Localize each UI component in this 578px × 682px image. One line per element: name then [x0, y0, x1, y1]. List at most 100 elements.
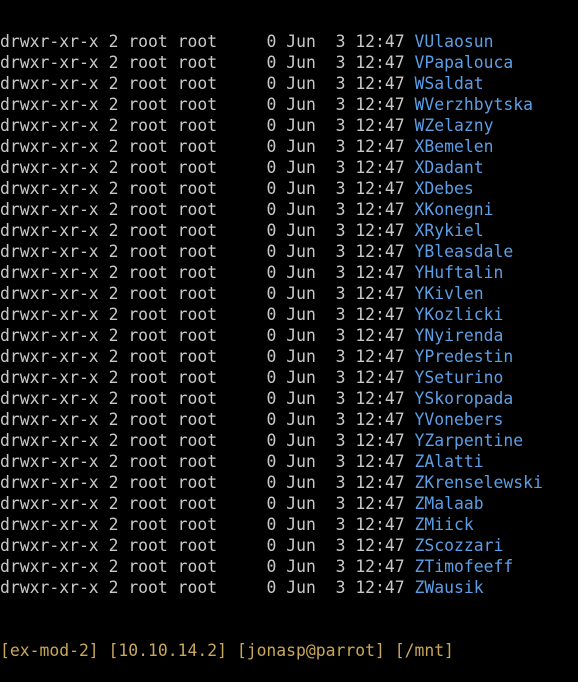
- size-field: 0: [227, 473, 287, 492]
- month-field: Jun: [286, 242, 326, 261]
- listing-row: drwxr-xr-x 2 root root 0 Jun 3 12:47 YKi…: [0, 283, 578, 304]
- group-field: root: [177, 137, 227, 156]
- link-count-field: 2: [108, 263, 129, 282]
- directory-name[interactable]: ZTimofeeff: [415, 557, 514, 576]
- link-count-field: 2: [108, 221, 129, 240]
- group-field: root: [177, 431, 227, 450]
- shell-prompt[interactable]: [ex-mod-2] [10.10.14.2] [jonasp@parrot] …: [0, 640, 578, 661]
- directory-name[interactable]: WSaldat: [415, 74, 484, 93]
- group-field: root: [177, 74, 227, 93]
- day-field: 3: [325, 284, 356, 303]
- directory-name[interactable]: WZelazny: [415, 116, 494, 135]
- group-field: root: [177, 494, 227, 513]
- directory-name[interactable]: VUlaosun: [415, 32, 494, 51]
- owner-field: root: [128, 410, 178, 429]
- size-field: 0: [227, 116, 287, 135]
- group-field: root: [177, 284, 227, 303]
- directory-name[interactable]: YSkoropada: [415, 389, 514, 408]
- directory-name[interactable]: YNyirenda: [415, 326, 504, 345]
- listing-row: drwxr-xr-x 2 root root 0 Jun 3 12:47 WZe…: [0, 115, 578, 136]
- listing-row: drwxr-xr-x 2 root root 0 Jun 3 12:47 ZSc…: [0, 535, 578, 556]
- link-count-field: 2: [108, 536, 129, 555]
- listing-row: drwxr-xr-x 2 root root 0 Jun 3 12:47 ZWa…: [0, 577, 578, 598]
- listing-row: drwxr-xr-x 2 root root 0 Jun 3 12:47 WSa…: [0, 73, 578, 94]
- time-field: 12:47: [355, 32, 415, 51]
- directory-name[interactable]: ZAlatti: [415, 452, 484, 471]
- directory-name[interactable]: YPredestin: [415, 347, 514, 366]
- owner-field: root: [128, 431, 178, 450]
- owner-field: root: [128, 452, 178, 471]
- month-field: Jun: [286, 452, 326, 471]
- owner-field: root: [128, 53, 178, 72]
- listing-row: drwxr-xr-x 2 root root 0 Jun 3 12:47 YKo…: [0, 304, 578, 325]
- link-count-field: 2: [108, 431, 129, 450]
- size-field: 0: [227, 158, 287, 177]
- directory-name[interactable]: XKonegni: [415, 200, 494, 219]
- size-field: 0: [227, 536, 287, 555]
- link-count-field: 2: [108, 137, 129, 156]
- day-field: 3: [325, 74, 356, 93]
- directory-name[interactable]: YBleasdale: [415, 242, 514, 261]
- listing-row: drwxr-xr-x 2 root root 0 Jun 3 12:47 YHu…: [0, 262, 578, 283]
- time-field: 12:47: [355, 326, 415, 345]
- directory-name[interactable]: XBemelen: [415, 137, 494, 156]
- permissions-field: drwxr-xr-x: [0, 347, 109, 366]
- link-count-field: 2: [108, 305, 129, 324]
- owner-field: root: [128, 305, 178, 324]
- directory-name[interactable]: YSeturino: [415, 368, 504, 387]
- day-field: 3: [325, 242, 356, 261]
- directory-name[interactable]: YVonebers: [415, 410, 504, 429]
- permissions-field: drwxr-xr-x: [0, 284, 109, 303]
- directory-name[interactable]: YKozlicki: [415, 305, 504, 324]
- listing-row: drwxr-xr-x 2 root root 0 Jun 3 12:47 VUl…: [0, 31, 578, 52]
- owner-field: root: [128, 221, 178, 240]
- directory-name[interactable]: ZWausik: [415, 578, 484, 597]
- directory-name[interactable]: VPapalouca: [415, 53, 514, 72]
- listing-row: drwxr-xr-x 2 root root 0 Jun 3 12:47 ZAl…: [0, 451, 578, 472]
- directory-name[interactable]: ZMalaab: [415, 494, 484, 513]
- link-count-field: 2: [108, 116, 129, 135]
- time-field: 12:47: [355, 536, 415, 555]
- group-field: root: [177, 200, 227, 219]
- size-field: 0: [227, 326, 287, 345]
- group-field: root: [177, 389, 227, 408]
- directory-name[interactable]: ZScozzari: [415, 536, 504, 555]
- group-field: root: [177, 32, 227, 51]
- directory-name[interactable]: XDadant: [415, 158, 484, 177]
- day-field: 3: [325, 452, 356, 471]
- listing-row: drwxr-xr-x 2 root root 0 Jun 3 12:47 YNy…: [0, 325, 578, 346]
- month-field: Jun: [286, 53, 326, 72]
- month-field: Jun: [286, 158, 326, 177]
- link-count-field: 2: [108, 494, 129, 513]
- month-field: Jun: [286, 137, 326, 156]
- permissions-field: drwxr-xr-x: [0, 431, 109, 450]
- directory-name[interactable]: WVerzhbytska: [415, 95, 533, 114]
- directory-name[interactable]: ZMiick: [415, 515, 474, 534]
- directory-name[interactable]: ZKrenselewski: [415, 473, 543, 492]
- day-field: 3: [325, 494, 356, 513]
- group-field: root: [177, 473, 227, 492]
- day-field: 3: [325, 32, 356, 51]
- time-field: 12:47: [355, 263, 415, 282]
- listing-row: drwxr-xr-x 2 root root 0 Jun 3 12:47 ZMa…: [0, 493, 578, 514]
- listing-row: drwxr-xr-x 2 root root 0 Jun 3 12:47 YPr…: [0, 346, 578, 367]
- size-field: 0: [227, 347, 287, 366]
- time-field: 12:47: [355, 410, 415, 429]
- link-count-field: 2: [108, 284, 129, 303]
- directory-name[interactable]: YHuftalin: [415, 263, 504, 282]
- month-field: Jun: [286, 32, 326, 51]
- day-field: 3: [325, 515, 356, 534]
- directory-name[interactable]: XDebes: [415, 179, 474, 198]
- permissions-field: drwxr-xr-x: [0, 473, 109, 492]
- directory-name[interactable]: YKivlen: [415, 284, 484, 303]
- time-field: 12:47: [355, 95, 415, 114]
- directory-name[interactable]: XRykiel: [415, 221, 484, 240]
- size-field: 0: [227, 515, 287, 534]
- directory-name[interactable]: YZarpentine: [415, 431, 524, 450]
- listing-row: drwxr-xr-x 2 root root 0 Jun 3 12:47 YSk…: [0, 388, 578, 409]
- link-count-field: 2: [108, 179, 129, 198]
- permissions-field: drwxr-xr-x: [0, 116, 109, 135]
- size-field: 0: [227, 284, 287, 303]
- link-count-field: 2: [108, 578, 129, 597]
- terminal-output: drwxr-xr-x 2 root root 0 Jun 3 12:47 VUl…: [0, 0, 578, 682]
